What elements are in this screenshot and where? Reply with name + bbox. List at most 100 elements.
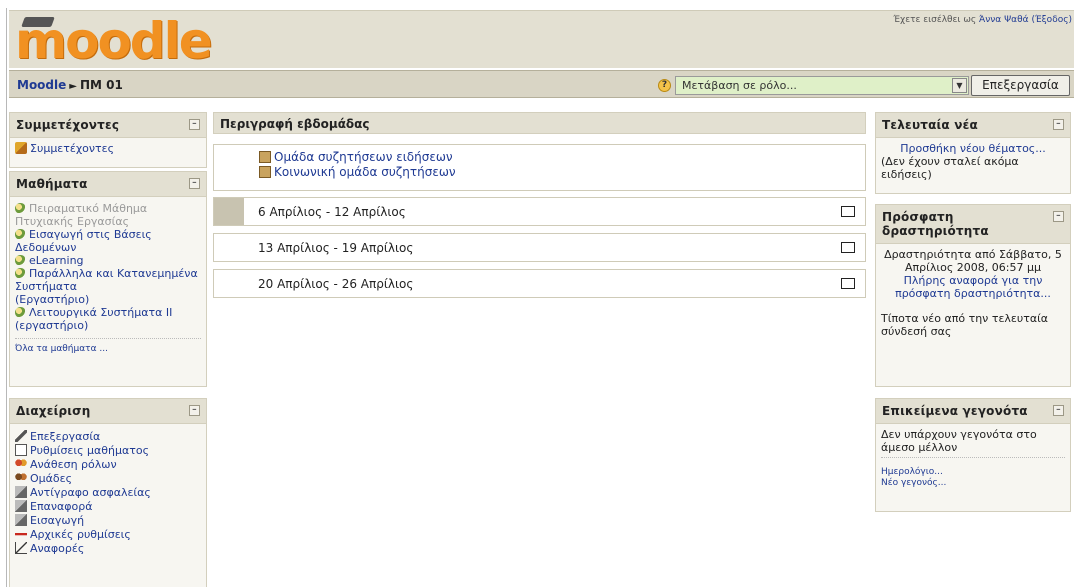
- courses-block-content: Πειραματικό Μάθημα Πτυχιακής Εργασίας Ει…: [10, 197, 206, 360]
- admin-item-edit[interactable]: Επεξεργασία: [15, 430, 201, 444]
- admin-item-import[interactable]: Εισαγωγή: [15, 514, 201, 528]
- breadcrumb: Moodle ► ΠΜ 01: [17, 78, 123, 92]
- participants-link[interactable]: Συμμετέχοντες: [30, 142, 114, 155]
- collapse-icon[interactable]: –: [189, 119, 200, 130]
- forum-item[interactable]: Ομάδα συζητήσεων ειδήσεων: [259, 150, 865, 165]
- admin-roles-link[interactable]: Ανάθεση ρόλων: [30, 458, 117, 471]
- admin-item-backup[interactable]: Αντίγραφο ασφαλείας: [15, 486, 201, 500]
- logout-link[interactable]: (Έξοδος): [1031, 15, 1072, 25]
- week-label: 13 Απρίλιος - 19 Απρίλιος: [258, 241, 414, 255]
- week-section: 13 Απρίλιος - 19 Απρίλιος: [213, 233, 866, 262]
- admin-item-assign-roles[interactable]: Ανάθεση ρόλων: [15, 458, 201, 472]
- switch-role-value: Μετάβαση σε ρόλο...: [682, 79, 797, 92]
- course-link[interactable]: eLearning: [29, 254, 84, 267]
- full-report-link[interactable]: Πλήρης αναφορά για την πρόσφατη δραστηρι…: [895, 274, 1051, 300]
- courses-block-title: Μαθήματα: [16, 177, 88, 191]
- participants-block-content: Συμμετέχοντες: [10, 138, 206, 159]
- course-list-item[interactable]: Παράλληλα και Κατανεμημένα Συστήματα: [15, 267, 201, 293]
- forum-icon: [259, 151, 271, 163]
- login-info: Έχετε εισέλθει ως Άννα Ψαθά (Έξοδος): [893, 15, 1072, 25]
- all-courses-row: Όλα τα μαθήματα ...: [15, 338, 201, 356]
- admin-groups-link[interactable]: Ομάδες: [30, 472, 72, 485]
- administration-block-header: Διαχείριση –: [10, 399, 206, 424]
- recent-activity-block-title: Πρόσφατη δραστηριότητα: [882, 210, 989, 238]
- latest-news-block-title: Τελευταία νέα: [882, 118, 978, 132]
- admin-import-link[interactable]: Εισαγωγή: [30, 514, 84, 527]
- show-only-week-icon[interactable]: [841, 206, 855, 217]
- page-header: moodle Έχετε εισέλθει ως Άννα Ψαθά (Έξοδ…: [9, 10, 1074, 68]
- forum-icon: [259, 166, 271, 178]
- switch-role-select[interactable]: Μετάβαση σε ρόλο... ▼: [675, 76, 969, 95]
- reports-chart-icon: [15, 542, 27, 554]
- collapse-icon[interactable]: –: [1053, 119, 1064, 130]
- week-side-marker: [214, 234, 244, 261]
- social-forum-link[interactable]: Κοινωνική ομάδα συζητήσεων: [274, 165, 456, 179]
- help-icon[interactable]: ?: [658, 79, 671, 92]
- courses-block: Μαθήματα – Πειραματικό Μάθημα Πτυχιακής …: [9, 171, 207, 387]
- course-link[interactable]: (Εργαστήριο): [15, 293, 89, 306]
- weekly-outline-header: Περιγραφή εβδομάδας: [213, 112, 866, 134]
- course-link[interactable]: Παράλληλα και Κατανεμημένα Συστήματα: [15, 267, 198, 293]
- admin-item-reports[interactable]: Αναφορές: [15, 542, 201, 556]
- admin-restore-link[interactable]: Επαναφορά: [30, 500, 92, 513]
- upcoming-events-block-title: Επικείμενα γεγονότα: [882, 404, 1028, 418]
- show-only-week-icon[interactable]: [841, 278, 855, 289]
- calendar-row: Ημερολόγιο...: [881, 467, 1065, 478]
- login-prefix: Έχετε εισέλθει ως: [893, 15, 977, 25]
- course-list-item[interactable]: Λειτουργικά Συστήματα ΙΙ (εργαστήριο): [15, 306, 201, 332]
- admin-item-reset[interactable]: Αρχικές ρυθμίσεις: [15, 528, 201, 542]
- chevron-down-icon[interactable]: ▼: [952, 78, 967, 93]
- course-list-item[interactable]: Πειραματικό Μάθημα Πτυχιακής Εργασίας: [15, 202, 201, 228]
- week-section: 20 Απρίλιος - 26 Απρίλιος: [213, 269, 866, 298]
- admin-reset-link[interactable]: Αρχικές ρυθμίσεις: [30, 528, 131, 541]
- recent-activity-block: Πρόσφατη δραστηριότητα – Δραστηριότητα α…: [875, 204, 1071, 387]
- course-list-item-continued[interactable]: (Εργαστήριο): [15, 293, 201, 306]
- show-only-week-icon[interactable]: [841, 242, 855, 253]
- participants-block: Συμμετέχοντες – Συμμετέχοντες: [9, 112, 207, 168]
- participants-block-header: Συμμετέχοντες –: [10, 113, 206, 138]
- admin-item-course-settings[interactable]: Ρυθμίσεις μαθήματος: [15, 444, 201, 458]
- forum-item[interactable]: Κοινωνική ομάδα συζητήσεων: [259, 165, 865, 180]
- collapse-icon[interactable]: –: [1053, 405, 1064, 416]
- edit-button[interactable]: Επεξεργασία: [971, 75, 1070, 96]
- course-link[interactable]: Πειραματικό Μάθημα Πτυχιακής Εργασίας: [15, 202, 147, 228]
- roles-icon: [15, 458, 27, 470]
- latest-news-block-content: Προσθήκη νέου θέματος... (Δεν έχουν σταλ…: [876, 138, 1070, 185]
- course-link[interactable]: Λειτουργικά Συστήματα ΙΙ (εργαστήριο): [15, 306, 172, 332]
- no-events-text: Δεν υπάρχουν γεγονότα στο άμεσο μέλλον: [881, 428, 1065, 458]
- admin-edit-link[interactable]: Επεξεργασία: [30, 430, 100, 443]
- collapse-icon[interactable]: –: [189, 178, 200, 189]
- navigation-bar: Moodle ► ΠΜ 01 ? Μετάβαση σε ρόλο... ▼ Επε…: [9, 70, 1074, 98]
- new-event-row: Νέο γεγονός...: [881, 478, 1065, 489]
- latest-news-block-header: Τελευταία νέα –: [876, 113, 1070, 138]
- admin-item-restore[interactable]: Επαναφορά: [15, 500, 201, 514]
- restore-icon: [15, 500, 27, 512]
- add-new-topic-link[interactable]: Προσθήκη νέου θέματος...: [900, 142, 1046, 155]
- admin-item-groups[interactable]: Ομάδες: [15, 472, 201, 486]
- course-list-item[interactable]: eLearning: [15, 254, 201, 267]
- week-label: 20 Απρίλιος - 26 Απρίλιος: [258, 277, 414, 291]
- admin-settings-link[interactable]: Ρυθμίσεις μαθήματος: [30, 444, 149, 457]
- all-courses-link[interactable]: Όλα τα μαθήματα ...: [15, 344, 108, 354]
- topic-zero-section: Ομάδα συζητήσεων ειδήσεων Κοινωνική ομάδ…: [213, 144, 866, 191]
- collapse-icon[interactable]: –: [1053, 211, 1064, 222]
- week-section-current: 6 Απρίλιος - 12 Απρίλιος: [213, 197, 866, 226]
- course-link[interactable]: Εισαγωγή στις Βάσεις Δεδομένων: [15, 228, 152, 254]
- week-side-marker: [214, 198, 244, 225]
- document-icon: [15, 444, 27, 456]
- collapse-icon[interactable]: –: [189, 405, 200, 416]
- administration-block: Διαχείριση – Επεξεργασία Ρυθμίσεις μαθήμ…: [9, 398, 207, 587]
- breadcrumb-home-link[interactable]: Moodle: [17, 78, 66, 92]
- admin-reports-link[interactable]: Αναφορές: [30, 542, 84, 555]
- admin-backup-link[interactable]: Αντίγραφο ασφαλείας: [30, 486, 151, 499]
- calendar-link[interactable]: Ημερολόγιο...: [881, 467, 943, 477]
- upcoming-events-block-content: Δεν υπάρχουν γεγονότα στο άμεσο μέλλον Η…: [876, 424, 1070, 493]
- course-icon: [15, 229, 26, 240]
- news-forum-link[interactable]: Ομάδα συζητήσεων ειδήσεων: [274, 150, 453, 164]
- moodle-logo[interactable]: moodle: [15, 9, 213, 67]
- course-icon: [15, 203, 26, 214]
- user-name-link[interactable]: Άννα Ψαθά: [979, 15, 1029, 25]
- course-list-item[interactable]: Εισαγωγή στις Βάσεις Δεδομένων: [15, 228, 201, 254]
- administration-block-title: Διαχείριση: [16, 404, 91, 418]
- new-event-link[interactable]: Νέο γεγονός...: [881, 478, 946, 488]
